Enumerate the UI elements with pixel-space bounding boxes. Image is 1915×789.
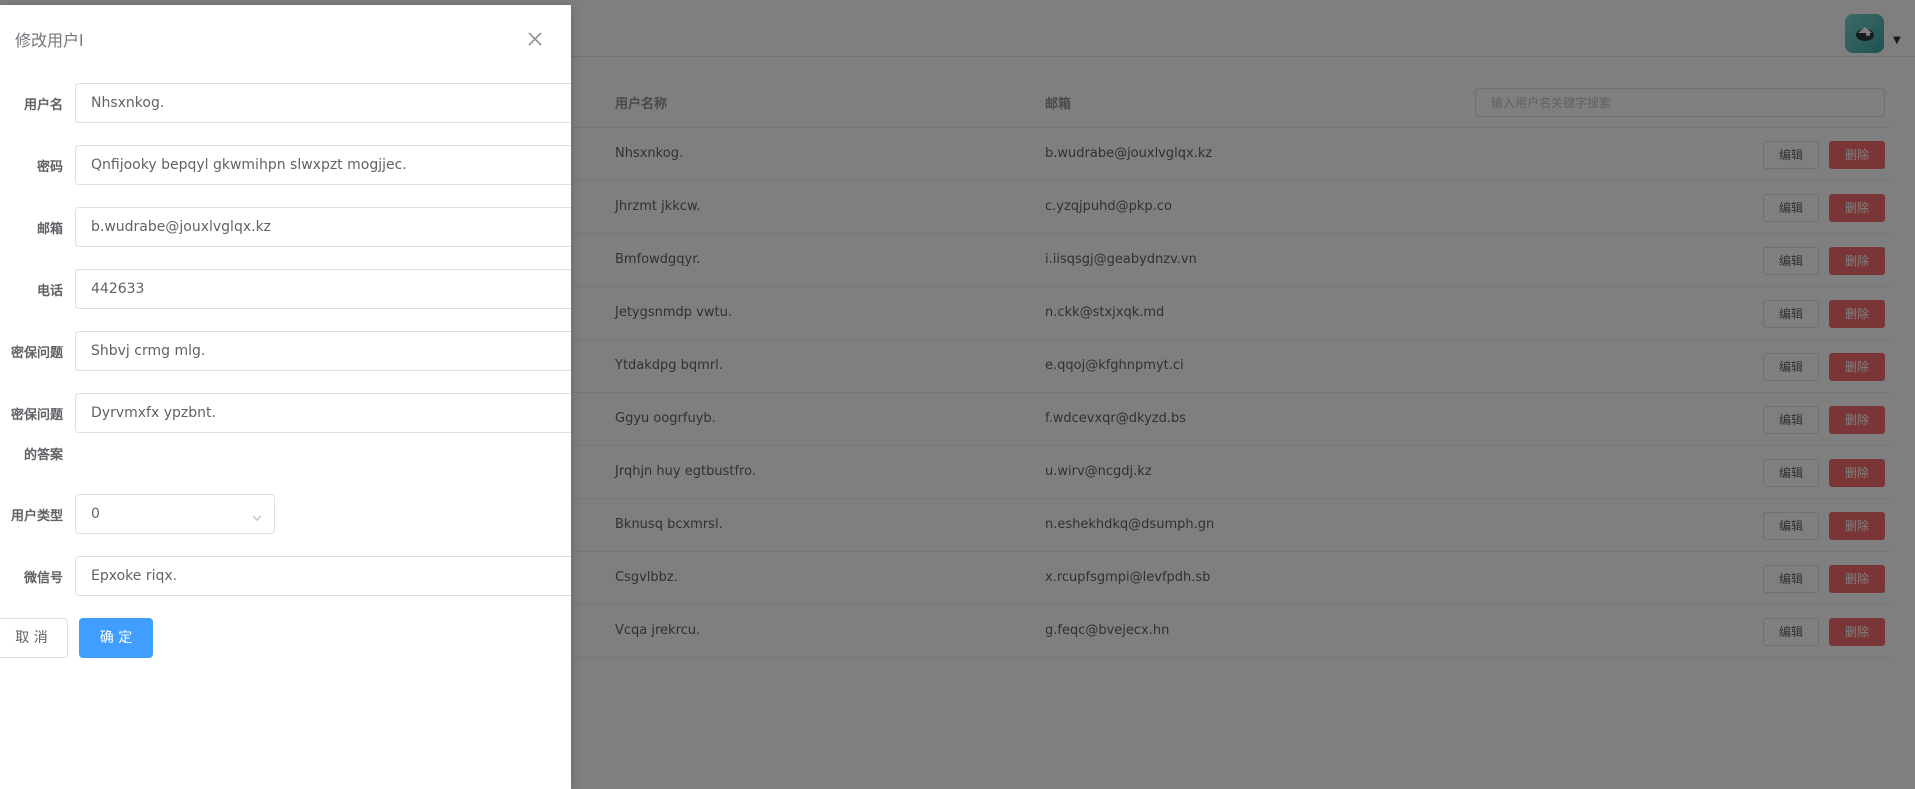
username-input[interactable]: [76, 84, 571, 122]
wechat-label: 微信号: [23, 571, 63, 586]
user-type-select[interactable]: 0: [75, 494, 275, 534]
close-icon[interactable]: [525, 29, 545, 49]
security-answer-label-line1: 密保问题: [10, 408, 63, 423]
email-input[interactable]: [76, 208, 571, 246]
security-answer-field[interactable]: [75, 393, 571, 433]
password-field[interactable]: [75, 145, 571, 185]
security-question-field[interactable]: [75, 331, 571, 371]
user-type-value: 0: [91, 506, 100, 522]
phone-field[interactable]: [75, 269, 571, 309]
cancel-button[interactable]: 取 消: [0, 618, 68, 658]
edit-user-drawer: 修改用户l 用户名 密码 邮箱 电话 密保问题 密保问题 的答案 用户类型 0 …: [0, 5, 571, 789]
security-question-input[interactable]: [76, 332, 571, 370]
drawer-title: 修改用户l: [15, 31, 84, 50]
security-question-label: 密保问题: [10, 346, 63, 361]
email-field[interactable]: [75, 207, 571, 247]
security-answer-input[interactable]: [76, 394, 571, 432]
password-input[interactable]: [76, 146, 571, 184]
username-label: 用户名: [23, 98, 63, 113]
chevron-down-icon[interactable]: [251, 509, 263, 521]
wechat-input[interactable]: [76, 557, 571, 595]
wechat-field[interactable]: [75, 556, 571, 596]
confirm-button[interactable]: 确 定: [79, 618, 153, 658]
email-label: 邮箱: [36, 222, 63, 237]
username-field[interactable]: [75, 83, 571, 123]
security-answer-label-line2: 的答案: [23, 448, 63, 463]
password-label: 密码: [36, 160, 63, 175]
phone-input[interactable]: [76, 270, 571, 308]
user-type-label: 用户类型: [10, 509, 63, 524]
phone-label: 电话: [36, 284, 63, 299]
